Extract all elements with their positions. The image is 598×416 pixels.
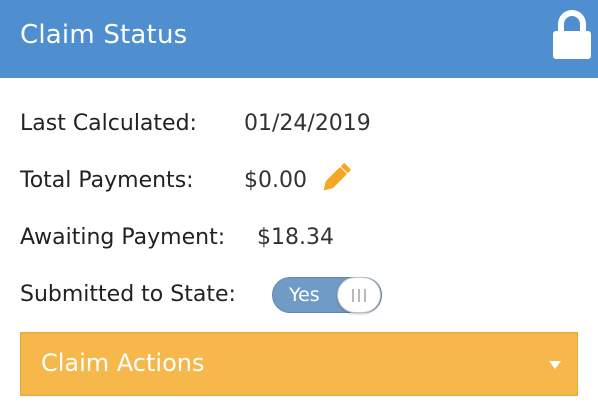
claim-actions-dropdown[interactable]: Claim Actions — [20, 332, 578, 396]
submitted-to-state-toggle[interactable]: Yes — [272, 277, 382, 313]
total-payments-value: $0.00 — [244, 168, 307, 193]
toggle-yes-label: Yes — [289, 284, 320, 306]
claim-actions-label: Claim Actions — [41, 349, 205, 377]
panel-header: Claim Status — [0, 0, 598, 78]
last-calculated-value: 01/24/2019 — [244, 111, 371, 136]
submitted-to-state-label: Submitted to State: — [20, 282, 236, 307]
pencil-icon[interactable] — [318, 163, 352, 195]
claim-status-panel: Claim Status Last Calculated: 01/24/2019… — [0, 0, 598, 416]
awaiting-payment-value: $18.34 — [257, 225, 334, 250]
toggle-knob[interactable] — [337, 277, 381, 313]
last-calculated-label: Last Calculated: — [20, 111, 197, 136]
grip-line — [364, 289, 366, 302]
lock-icon[interactable] — [550, 10, 594, 60]
awaiting-payment-label: Awaiting Payment: — [20, 225, 226, 250]
panel-title: Claim Status — [20, 20, 188, 50]
grip-line — [352, 289, 354, 302]
caret-down-icon — [549, 361, 561, 369]
grip-line — [358, 289, 360, 302]
total-payments-label: Total Payments: — [20, 168, 194, 193]
